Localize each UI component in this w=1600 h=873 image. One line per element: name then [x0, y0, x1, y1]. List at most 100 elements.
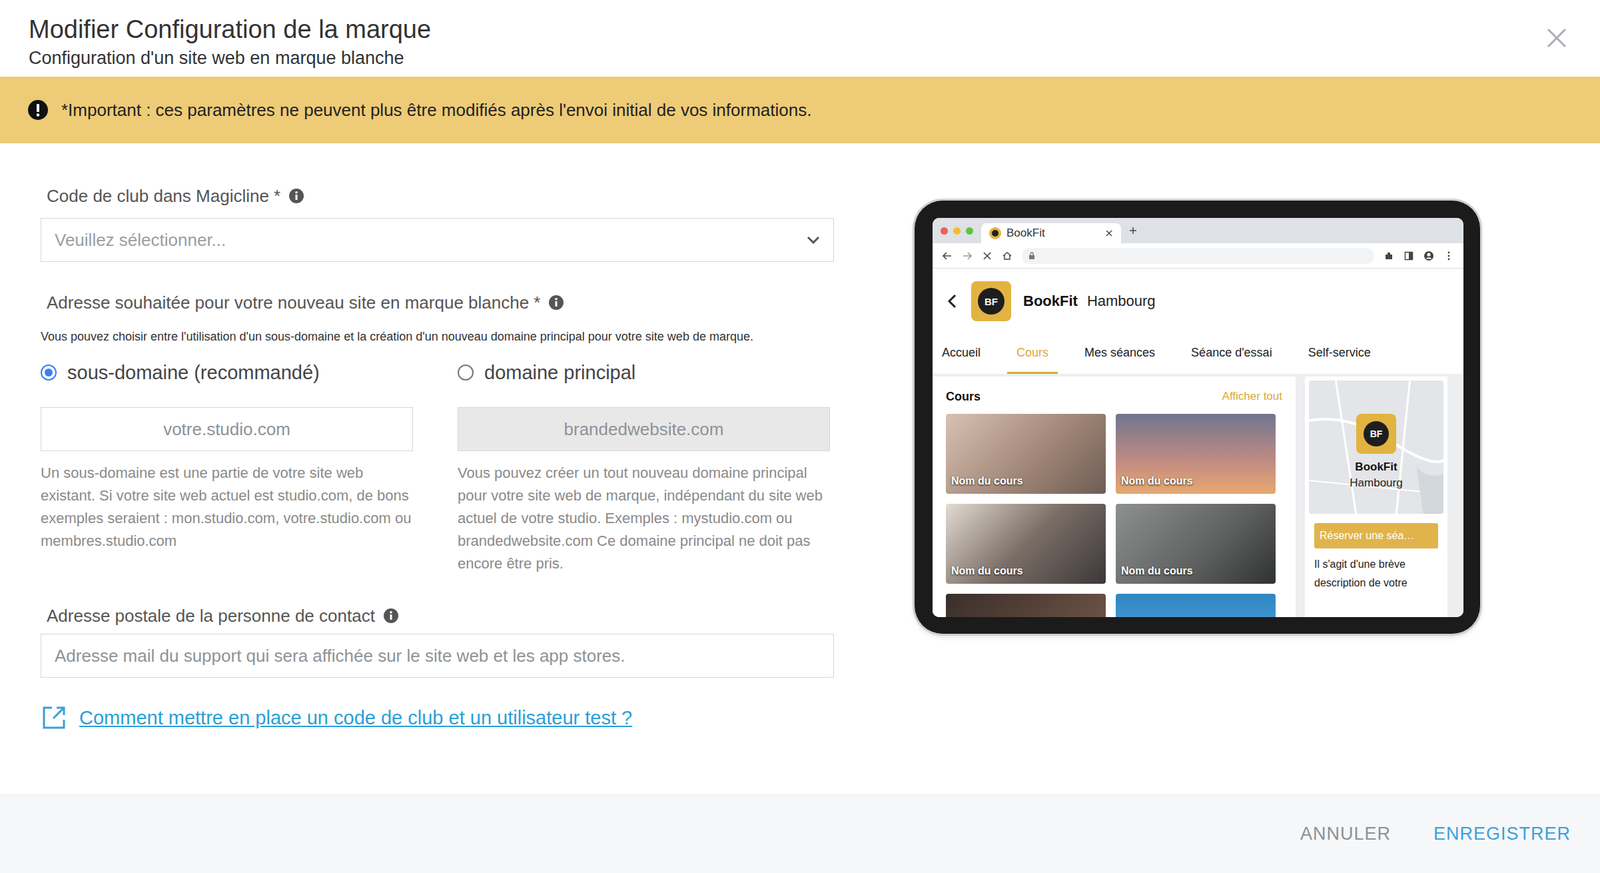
course-grid: Nom du cours Nom du cours Nom du cours Nom … [945, 413, 1283, 617]
nav-tab[interactable]: Accueil [932, 333, 990, 374]
address-label: Adresse souhaitée pour votre nouveau sit… [40, 291, 834, 314]
chevron-down-icon [806, 235, 820, 244]
club-code-select[interactable]: Veuillez sélectionner... [40, 217, 834, 262]
back-icon[interactable] [941, 250, 953, 262]
home-icon[interactable] [1001, 250, 1013, 262]
see-all-link[interactable]: Afficher tout [1222, 389, 1283, 403]
footer-button[interactable]: ANNULER [1297, 816, 1394, 851]
studio-card: BF BookFit Hambourg Réserver une séa… Il… [1304, 376, 1448, 617]
external-link-icon[interactable] [40, 704, 68, 731]
nav-tab[interactable]: Séance d'essai [1181, 333, 1282, 374]
course-tile[interactable]: Nom du cours [945, 413, 1106, 494]
domain-description: Vous pouvez créer un tout nouveau domain… [457, 461, 830, 575]
address-hint: Vous pouvez choisir entre l'utilisation … [40, 328, 834, 345]
course-tile[interactable] [945, 593, 1106, 617]
contact-input[interactable] [40, 633, 834, 678]
nav-tab[interactable]: Mes séances [1075, 333, 1165, 374]
domain-option: sous-domaine (recommandé) Un sous-domain… [40, 359, 413, 575]
dialog-titles: Modifier Configuration de la marque Conf… [28, 13, 431, 70]
tablet-screen: BookFit BF BookFit Hambourg AccueilCours… [932, 217, 1464, 617]
course-tile[interactable]: Nom du cours [1115, 503, 1276, 584]
map-logo: BF [1356, 413, 1397, 454]
domain-input[interactable] [40, 406, 413, 451]
window-controls [940, 227, 974, 235]
info-icon[interactable] [548, 294, 565, 311]
info-icon[interactable] [383, 607, 400, 624]
contact-label: Adresse postale de la personne de contac… [40, 604, 834, 627]
app-content: Cours Afficher tout Nom du coursNom du c… [932, 373, 1464, 617]
maximize-dot [965, 227, 974, 235]
radio-button[interactable] [457, 364, 474, 381]
course-name: Nom du cours [1121, 564, 1194, 577]
stop-icon[interactable] [981, 250, 993, 262]
minimize-dot [953, 227, 961, 235]
close-icon[interactable] [1545, 26, 1569, 50]
browser-toolbar [932, 243, 1464, 269]
app-nav: Accueil Cours Mes séances Séance d'essai Sel… [932, 333, 1464, 374]
help-link[interactable]: Comment mettre en place un code de club … [79, 706, 633, 729]
card-description: Il s'agit d'une brève description de vot… [1308, 548, 1444, 593]
nav-tab[interactable]: Cours [1007, 333, 1058, 374]
domain-description: Un sous-domaine est une partie de votre … [40, 461, 413, 553]
dialog-subtitle: Configuration d'un site web en marque bl… [28, 46, 431, 70]
brand-config-dialog: Modifier Configuration de la marque Conf… [0, 0, 1600, 873]
dialog-footer: ANNULER ENREGISTRER [0, 794, 1600, 873]
profile-icon[interactable] [1423, 250, 1435, 262]
course-tile[interactable]: Nom du cours [945, 503, 1106, 584]
club-code-label: Code de club dans Magicline * [40, 184, 834, 208]
radio-dot [44, 368, 53, 377]
dialog-body: Code de club dans Magicline * Veuillez s… [0, 143, 1600, 795]
dialog-header: Modifier Configuration de la marque Conf… [0, 0, 1600, 77]
radio-label: sous-domaine (recommandé) [67, 361, 320, 384]
brand-location: Hambourg [1087, 292, 1156, 310]
brand-logo: BF [971, 281, 1012, 322]
back-chevron-icon[interactable] [947, 293, 957, 309]
lock-icon [1028, 251, 1036, 260]
browser-tab-bar: BookFit [932, 217, 1464, 244]
footer-button[interactable]: ENREGISTRER [1430, 816, 1574, 851]
sidebar-icon[interactable] [1403, 250, 1415, 262]
section-title: Cours [945, 389, 981, 404]
logo-text: BF [1363, 420, 1389, 447]
extensions-icon[interactable] [1383, 250, 1395, 262]
info-icon[interactable] [288, 187, 305, 204]
browser-tab[interactable]: BookFit [981, 223, 1122, 244]
menu-icon[interactable] [1443, 250, 1455, 262]
domain-options: sous-domaine (recommandé) Un sous-domain… [40, 359, 834, 575]
logo-text: BF [977, 287, 1005, 315]
warning-text: *Important : ces paramètres ne peuvent p… [61, 99, 812, 121]
dialog-title: Modifier Configuration de la marque [28, 13, 431, 46]
book-button[interactable]: Réserver une séa… [1314, 522, 1439, 549]
course-name: Nom du cours [1121, 474, 1194, 487]
domain-option: domaine principal Vous pouvez créer un t… [457, 359, 830, 575]
radio-label: domaine principal [484, 361, 636, 384]
nav-tab[interactable]: Self-service [1298, 333, 1381, 374]
radio-button[interactable] [40, 364, 57, 381]
new-tab-icon[interactable] [1129, 226, 1138, 235]
course-tile[interactable]: Nom du cours [1115, 413, 1276, 494]
radio-option[interactable]: sous-domaine (recommandé) [40, 359, 413, 386]
brand-name: BookFit [1023, 292, 1078, 310]
course-name: Nom du cours [951, 474, 1024, 487]
warning-icon [27, 99, 48, 120]
course-name: Nom du cours [951, 564, 1024, 577]
select-placeholder: Veuillez sélectionner... [54, 229, 226, 251]
radio-option[interactable]: domaine principal [457, 359, 830, 386]
tab-close-icon[interactable] [1105, 229, 1114, 238]
form: Code de club dans Magicline * Veuillez s… [40, 143, 834, 795]
courses-header: Cours Afficher tout [945, 387, 1283, 406]
course-tile[interactable] [1115, 593, 1276, 617]
forward-icon[interactable] [961, 250, 973, 262]
domain-input[interactable] [457, 406, 830, 451]
favicon-icon [989, 227, 1002, 240]
card-location: Hambourg [1349, 476, 1403, 490]
address-bar[interactable] [1021, 247, 1375, 264]
card-brand: BookFit [1354, 460, 1397, 474]
preview: BookFit BF BookFit Hambourg AccueilCours… [833, 143, 1481, 795]
app-header: BF BookFit Hambourg [932, 268, 1464, 334]
courses-panel: Cours Afficher tout Nom du coursNom du c… [932, 376, 1296, 617]
tablet-frame: BookFit BF BookFit Hambourg AccueilCours… [914, 200, 1481, 634]
warning-banner: *Important : ces paramètres ne peuvent p… [0, 76, 1600, 144]
map: BF BookFit Hambourg [1308, 380, 1444, 514]
help-link-row: Comment mettre en place un code de club … [40, 704, 834, 731]
